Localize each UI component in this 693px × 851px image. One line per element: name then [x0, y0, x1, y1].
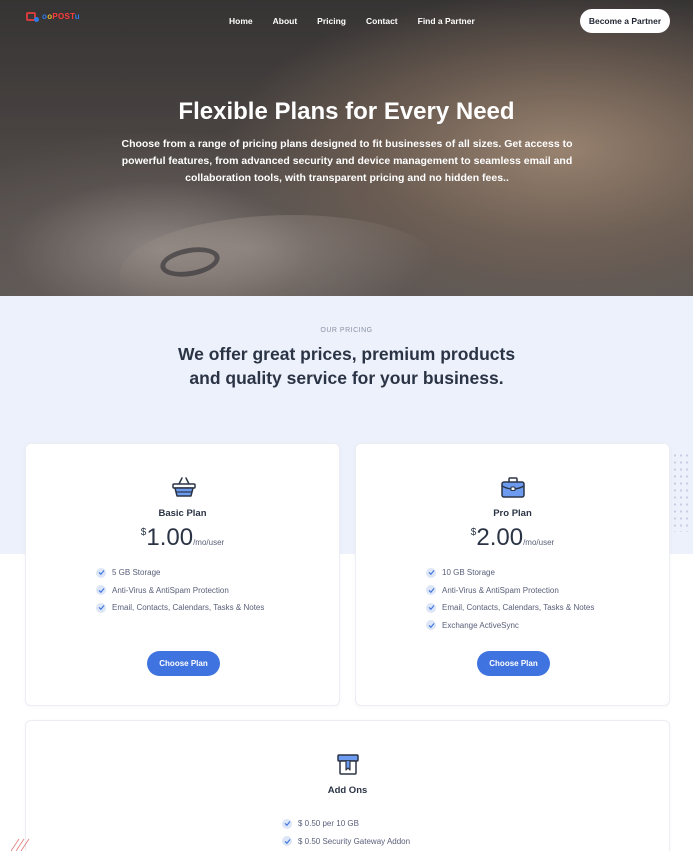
price-period: /mo/user: [193, 538, 225, 547]
become-partner-button[interactable]: Become a Partner: [580, 9, 670, 33]
hero-banner: ooPOSTu Home About Pricing Contact Find …: [0, 0, 693, 296]
list-item: Anti-Virus & AntiSpam Protection: [96, 582, 264, 600]
list-item: $ 0.50 Security Gateway Addon: [282, 833, 410, 851]
check-icon: [96, 585, 106, 596]
plan-feature-list: 5 GB Storage Anti-Virus & AntiSpam Prote…: [96, 564, 264, 617]
check-icon: [426, 602, 436, 613]
top-navigation: ooPOSTu Home About Pricing Contact Find …: [0, 0, 693, 42]
plan-price: $1.00/mo/user: [26, 524, 339, 552]
check-icon: [96, 567, 106, 578]
logo-mark-icon: [26, 12, 39, 22]
list-item: Email, Contacts, Calendars, Tasks & Note…: [426, 599, 594, 617]
check-icon: [426, 585, 436, 596]
check-icon: [282, 818, 292, 829]
plan-card-basic: Basic Plan $1.00/mo/user 5 GB Storage An…: [25, 443, 340, 706]
nav-link-find-partner[interactable]: Find a Partner: [418, 16, 475, 26]
choose-pro-plan-button[interactable]: Choose Plan: [477, 651, 550, 676]
check-icon: [426, 620, 436, 631]
pricing-eyebrow: OUR PRICING: [320, 327, 373, 334]
list-item: Exchange ActiveSync: [426, 617, 594, 635]
plan-card-pro: Pro Plan $2.00/mo/user 10 GB Storage Ant…: [355, 443, 670, 706]
plan-feature-list: 10 GB Storage Anti-Virus & AntiSpam Prot…: [426, 564, 594, 634]
pricing-heading-line2: and quality service for your business.: [189, 368, 504, 388]
list-item: 5 GB Storage: [96, 564, 264, 582]
list-item: Email, Contacts, Calendars, Tasks & Note…: [96, 599, 264, 617]
nav-link-pricing[interactable]: Pricing: [317, 16, 346, 26]
price-amount: 2.00: [476, 524, 524, 551]
price-period: /mo/user: [523, 538, 555, 547]
basket-icon: [172, 477, 196, 497]
briefcase-icon: [501, 477, 525, 498]
addons-card: Add Ons $ 0.50 per 10 GB $ 0.50 Security…: [25, 720, 670, 851]
list-item: 10 GB Storage: [426, 564, 594, 582]
check-icon: [426, 567, 436, 578]
pricing-heading-line1: We offer great prices, premium products: [177, 344, 516, 364]
decorative-corner-lines: [10, 838, 30, 851]
list-item: Anti-Virus & AntiSpam Protection: [426, 582, 594, 600]
list-item: $ 0.50 per 10 GB: [282, 815, 410, 833]
pricing-heading: We offer great prices, premium products …: [146, 342, 547, 390]
addons-feature-list: $ 0.50 per 10 GB $ 0.50 Security Gateway…: [282, 815, 410, 850]
addons-title: Add Ons: [327, 785, 368, 796]
hero-subtitle: Choose from a range of pricing plans des…: [121, 138, 573, 184]
nav-link-home[interactable]: Home: [229, 16, 253, 26]
nav-link-contact[interactable]: Contact: [366, 16, 398, 26]
check-icon: [96, 602, 106, 613]
site-logo[interactable]: ooPOSTu: [26, 12, 80, 22]
decorative-dot-grid: [672, 452, 692, 532]
logo-text: ooPOSTu: [42, 12, 80, 21]
hero-title: Flexible Plans for Every Need: [178, 98, 515, 125]
plan-price: $2.00/mo/user: [356, 524, 669, 552]
price-amount: 1.00: [146, 524, 194, 551]
nav-link-about[interactable]: About: [273, 16, 298, 26]
gift-box-icon: [337, 754, 359, 775]
choose-basic-plan-button[interactable]: Choose Plan: [147, 651, 220, 676]
plan-name: Basic Plan: [158, 508, 207, 519]
nav-links: Home About Pricing Contact Find a Partne…: [229, 16, 495, 26]
plan-name: Pro Plan: [493, 508, 532, 519]
check-icon: [282, 836, 292, 847]
